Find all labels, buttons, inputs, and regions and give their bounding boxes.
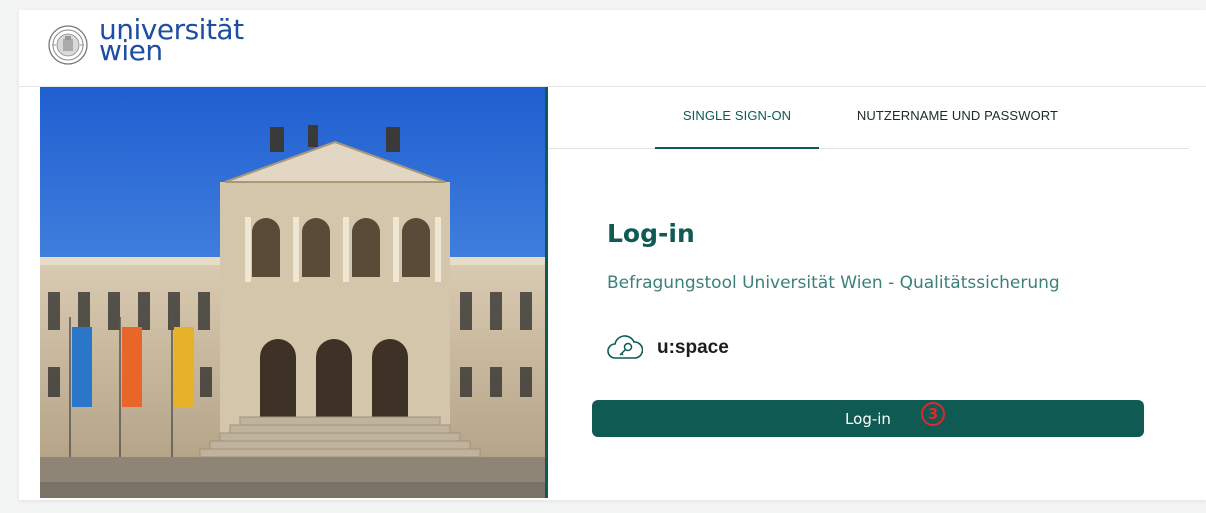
hero-image-university-building [40,87,548,498]
uspace-label: u:space [657,337,729,358]
tab-single-sign-on[interactable]: SINGLE SIGN-ON [655,87,819,149]
uspace-provider: u:space [607,332,729,364]
university-logo-text[interactable]: universität wien [99,16,244,65]
header: universität wien [19,10,1206,87]
tab-username-password[interactable]: NUTZERNAME UND PASSWORT [835,87,1080,148]
login-button[interactable]: Log-in [592,400,1144,437]
step-number-badge: 3 [921,402,945,426]
page-title: Log-in [607,219,695,248]
auth-tabs: SINGLE SIGN-ON NUTZERNAME UND PASSWORT [548,87,1189,149]
survey-tool-subtitle: Befragungstool Universität Wien - Qualit… [607,273,1060,293]
login-card: universität wien SINGLE SIGN-ON NUTZERNA… [19,10,1206,500]
login-panel: SINGLE SIGN-ON NUTZERNAME UND PASSWORT L… [548,87,1206,498]
cloud-key-icon [607,335,643,359]
university-seal-icon [48,25,88,65]
